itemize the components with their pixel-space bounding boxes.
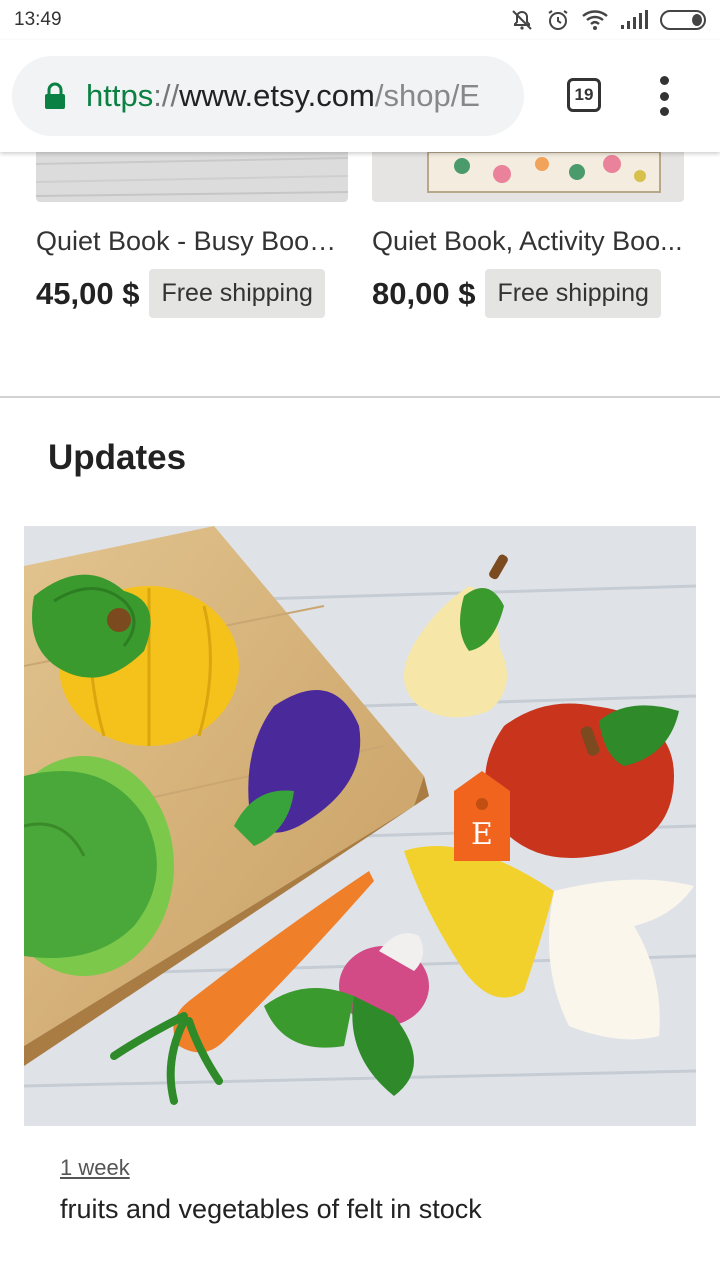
tab-switcher-button[interactable]: 19 — [567, 78, 601, 112]
listing-title[interactable]: Quiet Book, Activity Boo... — [372, 226, 684, 257]
overflow-menu-button[interactable] — [654, 76, 674, 116]
update-time-link[interactable]: 1 week — [60, 1155, 130, 1181]
free-shipping-badge: Free shipping — [485, 269, 661, 318]
updates-heading: Updates — [48, 438, 187, 477]
listing-title[interactable]: Quiet Book - Busy Book ... — [36, 226, 348, 257]
update-image[interactable]: E — [24, 526, 696, 1126]
listing-price: 80,00 $ — [372, 275, 476, 311]
etsy-badge-letter: E — [471, 817, 493, 852]
url-text: https://www.etsy.com/shop/E — [86, 78, 480, 114]
lock-icon — [44, 82, 66, 110]
url-separator: :// — [153, 78, 180, 113]
url-path: /shop/E — [374, 78, 480, 113]
status-icons — [510, 8, 708, 32]
alarm-icon — [546, 8, 570, 32]
listing-price: 45,00 $ — [36, 275, 140, 311]
browser-toolbar: https://www.etsy.com/shop/E 19 — [0, 40, 720, 152]
listing-image[interactable] — [36, 152, 348, 202]
dot-icon — [659, 76, 669, 85]
status-time: 13:49 — [14, 9, 62, 30]
url-scheme: https — [86, 78, 154, 113]
battery-icon — [660, 9, 708, 31]
price-row: 80,00 $ Free shipping — [372, 269, 684, 318]
mute-icon — [510, 8, 534, 32]
free-shipping-badge: Free shipping — [149, 269, 325, 318]
listing-card[interactable]: Quiet Book - Busy Book ... 45,00 $ Free … — [36, 152, 348, 318]
price-row: 45,00 $ Free shipping — [36, 269, 348, 318]
dot-icon — [659, 107, 669, 116]
update-text: fruits and vegetables of felt in stock — [60, 1194, 482, 1224]
signal-icon — [620, 10, 648, 30]
address-bar[interactable]: https://www.etsy.com/shop/E — [12, 56, 524, 136]
wifi-icon — [582, 9, 608, 31]
listing-card[interactable]: Quiet Book, Activity Boo... 80,00 $ Free… — [372, 152, 684, 318]
dot-icon — [659, 91, 669, 101]
listing-image[interactable] — [372, 152, 684, 202]
status-bar: 13:49 — [0, 0, 720, 40]
url-host: www.etsy.com — [179, 78, 375, 113]
section-divider — [0, 396, 720, 398]
